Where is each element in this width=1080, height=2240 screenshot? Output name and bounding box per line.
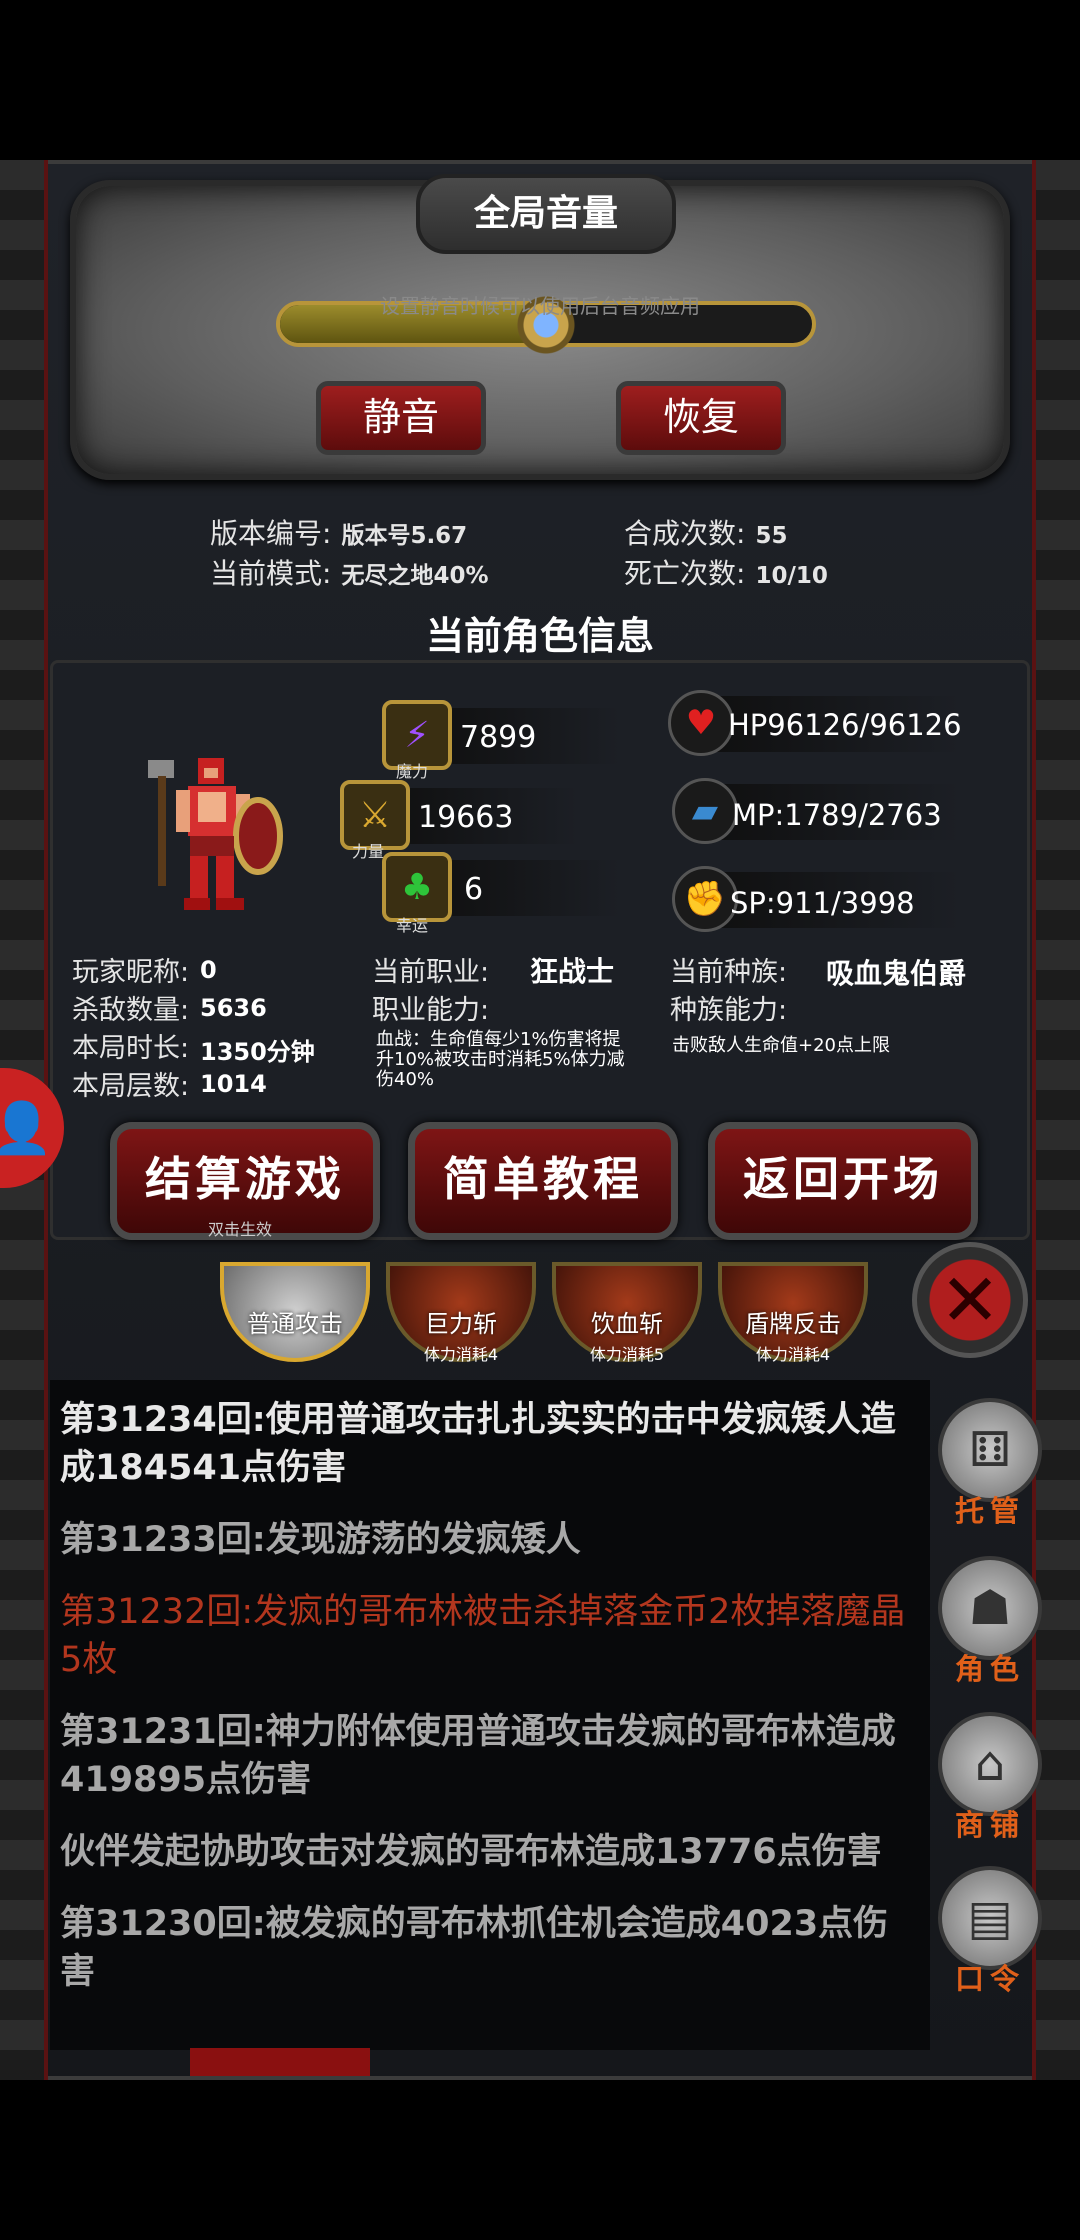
settle-game-hint: 双击生效 <box>208 1220 273 1239</box>
shop-label: 商铺 <box>954 1808 1025 1842</box>
skill-blood-slash[interactable]: 饮血斩 体力消耗5 <box>552 1262 702 1364</box>
log-entry: 第31234回:使用普通攻击扎扎实实的击中发疯矮人造成184541点伤害 <box>60 1400 896 1488</box>
back-to-start-button[interactable]: 返回开场 <box>708 1122 978 1240</box>
strength-value: 19663 <box>418 800 514 835</box>
nickname-label: 玩家昵称: <box>72 957 190 988</box>
volume-panel: 全局音量 静音 恢复 <box>70 174 1010 480</box>
boot-icon: ▰ <box>672 778 738 844</box>
character-section-title: 当前角色信息 <box>425 614 654 658</box>
race-value: 吸血鬼伯爵 <box>826 957 967 990</box>
tutorial-button[interactable]: 简单教程 <box>408 1122 678 1240</box>
muscle-icon: ✊ <box>672 866 738 932</box>
battle-log[interactable]: 第31234回:使用普通攻击扎扎实实的击中发疯矮人造成184541点伤害 第31… <box>50 1380 930 2050</box>
floors-label: 本局层数: <box>72 1071 190 1102</box>
auto-battle-button[interactable]: ⚅ 托管 <box>935 1398 1045 1530</box>
magic-value: 7899 <box>460 720 537 755</box>
class-label: 当前职业: <box>372 957 490 988</box>
log-entry: 伙伴发起协助攻击对发疯的哥布林造成13776点伤害 <box>60 1832 882 1872</box>
log-entry: 第31232回:发疯的哥布林被击杀掉落金币2枚掉落魔晶5枚 <box>60 1592 906 1680</box>
nickname-value: 0 <box>200 956 217 984</box>
craft-row: 合成次数: 55 <box>624 512 787 552</box>
skill-name: 普通攻击 <box>247 1310 343 1338</box>
log-entry: 第31231回:神力附体使用普通攻击发疯的哥布林造成419895点伤害 <box>60 1712 896 1800</box>
skill-mighty-slash[interactable]: 巨力斩 体力消耗4 <box>386 1262 536 1364</box>
skill-name: 巨力斩 <box>425 1310 497 1338</box>
craft-value: 55 <box>755 523 788 549</box>
race-ability-label: 种族能力: <box>670 995 788 1026</box>
race-label: 当前种族: <box>670 957 788 988</box>
death-value: 10/10 <box>755 563 828 589</box>
kills-value: 5636 <box>200 994 267 1022</box>
version-label: 版本编号: <box>210 517 332 550</box>
dice-icon: ⚅ <box>938 1398 1042 1502</box>
floors-value: 1014 <box>200 1070 267 1098</box>
mode-row: 当前模式: 无尽之地40% <box>210 552 489 592</box>
skill-cost: 体力消耗4 <box>423 1345 499 1364</box>
death-row: 死亡次数: 10/10 <box>624 552 828 592</box>
close-icon[interactable]: ✕ <box>912 1242 1028 1358</box>
kills-label: 杀敌数量: <box>72 995 190 1026</box>
duration-value: 1350分钟 <box>200 1038 315 1066</box>
version-row: 版本编号: 版本号5.67 <box>210 512 467 552</box>
restore-button[interactable]: 恢复 <box>616 381 786 455</box>
sp-value: SP:911/3998 <box>730 886 915 920</box>
skill-cost: 体力消耗4 <box>755 1345 831 1364</box>
craft-label: 合成次数: <box>624 517 746 550</box>
log-entry: 第31233回:发现游荡的发疯矮人 <box>60 1520 581 1560</box>
role-button[interactable]: ☗ 角色 <box>935 1556 1045 1688</box>
role-label: 角色 <box>954 1652 1025 1686</box>
mute-button[interactable]: 静音 <box>316 381 486 455</box>
luck-value: 6 <box>464 872 484 907</box>
duration-label: 本局时长: <box>72 1033 190 1064</box>
hp-value: HP96126/96126 <box>728 708 962 742</box>
class-value: 狂战士 <box>530 955 615 988</box>
magic-caption: 魔力 <box>396 762 429 781</box>
shop-icon: ⌂ <box>938 1712 1042 1816</box>
mp-value: MP:1789/2763 <box>732 798 942 832</box>
bottom-progress <box>190 2048 370 2076</box>
race-ability-desc: 击败敌人生命值+20点上限 <box>672 1035 890 1056</box>
class-ability-label: 职业能力: <box>372 995 490 1026</box>
hooded-figure-icon: ☗ <box>938 1556 1042 1660</box>
class-ability-desc: 血战：生命值每少1%伤害将提升10%被攻击时消耗5%体力减伤40% <box>376 1029 625 1090</box>
book-icon: ▤ <box>938 1866 1042 1970</box>
berserker-sprite <box>148 758 283 910</box>
code-label: 口令 <box>954 1962 1025 1996</box>
skill-name: 饮血斩 <box>591 1310 663 1338</box>
shop-button[interactable]: ⌂ 商铺 <box>935 1712 1045 1844</box>
skill-cost: 体力消耗5 <box>589 1345 665 1364</box>
mode-value: 无尽之地40% <box>341 563 489 589</box>
mute-hint: 设置静音时候可以使用后台音频应用 <box>380 294 700 318</box>
strength-caption: 力量 <box>352 842 385 861</box>
skill-shield-counter[interactable]: 盾牌反击 体力消耗4 <box>718 1262 868 1364</box>
volume-title: 全局音量 <box>416 174 676 254</box>
luck-caption: 幸运 <box>396 916 429 935</box>
code-button[interactable]: ▤ 口令 <box>935 1866 1045 1998</box>
log-entry: 第31230回:被发疯的哥布林抓住机会造成4023点伤害 <box>60 1904 889 1992</box>
skill-name: 盾牌反击 <box>745 1310 841 1338</box>
death-label: 死亡次数: <box>624 557 746 590</box>
auto-battle-label: 托管 <box>954 1494 1025 1528</box>
version-value: 版本号5.67 <box>341 523 468 549</box>
heart-icon: ♥ <box>668 690 734 756</box>
mode-label: 当前模式: <box>210 557 332 590</box>
